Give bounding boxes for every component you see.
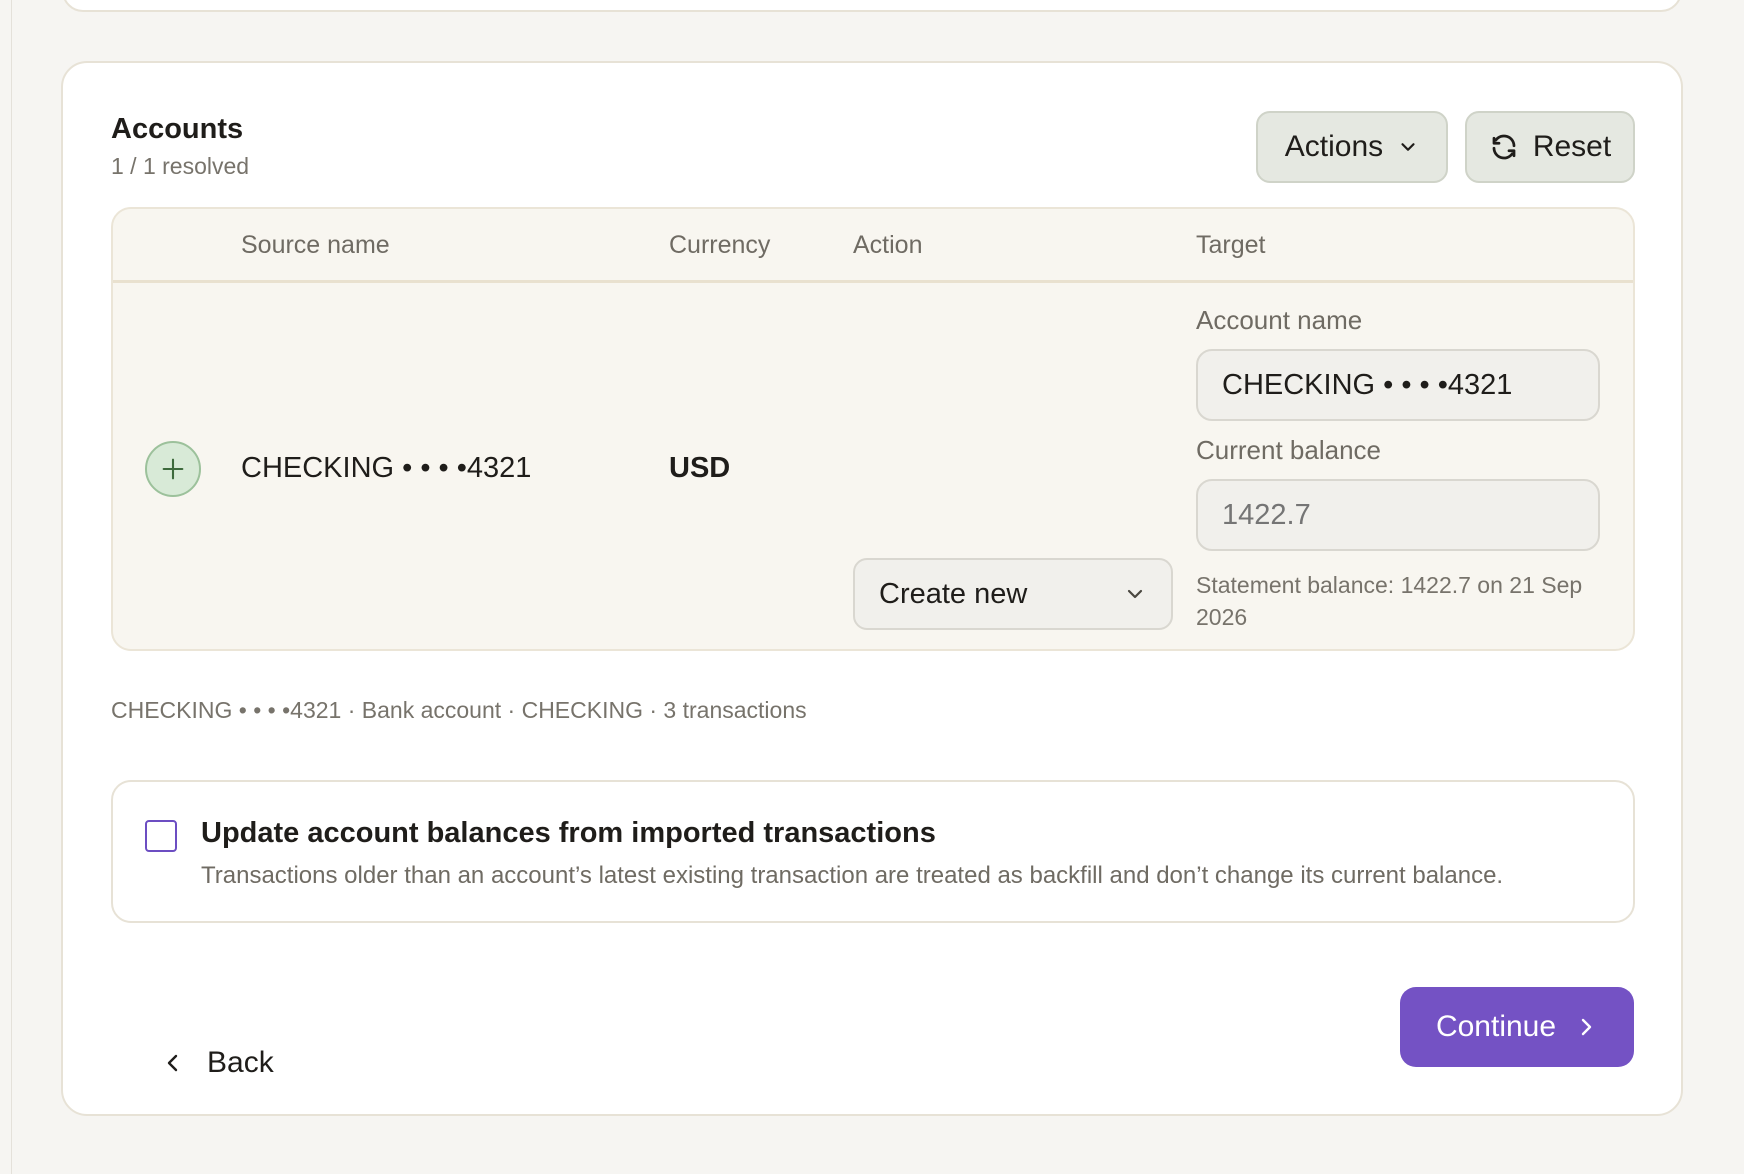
action-select-value: Create new <box>879 577 1028 610</box>
chevron-down-icon <box>1401 143 1415 151</box>
chevron-right-icon <box>1581 1018 1592 1036</box>
reset-button[interactable]: Reset <box>1465 111 1635 183</box>
account-name-input[interactable] <box>1196 349 1600 421</box>
current-balance-label: Current balance <box>1196 435 1381 465</box>
back-label: Back <box>207 1046 274 1079</box>
account-summary: CHECKING • • • •4321 · Bank account · CH… <box>111 697 807 723</box>
continue-label: Continue <box>1435 1010 1557 1043</box>
update-balances-description: Transactions older than an account’s lat… <box>201 862 1504 889</box>
account-name-label: Account name <box>1196 305 1363 335</box>
continue-button[interactable]: Continue <box>1400 987 1634 1067</box>
update-balances-title: Update account balances from imported tr… <box>201 817 936 849</box>
left-divider <box>11 0 12 1174</box>
reset-label: Reset <box>1532 130 1612 163</box>
chevron-left-icon <box>167 1054 178 1072</box>
actions-button[interactable]: Actions <box>1256 111 1448 183</box>
update-balances-option: Update account balances from imported tr… <box>111 780 1635 923</box>
page-frame: Accounts 1 / 1 resolved Actions Reset So… <box>0 0 1744 1174</box>
currency-cell: USD <box>669 452 731 484</box>
source-name-cell: CHECKING • • • •4321 <box>241 452 532 484</box>
actions-label: Actions <box>1284 130 1384 163</box>
refresh-icon <box>1492 134 1516 160</box>
back-button[interactable]: Back <box>147 1028 288 1098</box>
statement-balance-note: Statement balance: 1422.7 on 21 Sep 2026 <box>1196 572 1583 630</box>
accounts-card: Accounts 1 / 1 resolved Actions Reset So… <box>61 61 1683 1116</box>
plus-icon <box>145 441 201 497</box>
header-action: Action <box>853 231 923 259</box>
current-balance-input[interactable] <box>1196 479 1600 551</box>
action-select[interactable]: Create new <box>853 558 1173 630</box>
header-source-name: Source name <box>241 231 390 259</box>
accounts-title: Accounts <box>111 113 244 145</box>
header-target: Target <box>1196 231 1266 259</box>
chevron-down-icon <box>1127 589 1143 599</box>
update-balances-checkbox[interactable] <box>145 820 177 852</box>
accounts-table: Source name Currency Action Target CHECK… <box>111 207 1635 651</box>
previous-section-card <box>62 0 1682 12</box>
resolved-status: 1 / 1 resolved <box>111 153 250 179</box>
table-header: Source name Currency Action Target <box>113 209 1633 283</box>
header-currency: Currency <box>669 231 771 259</box>
